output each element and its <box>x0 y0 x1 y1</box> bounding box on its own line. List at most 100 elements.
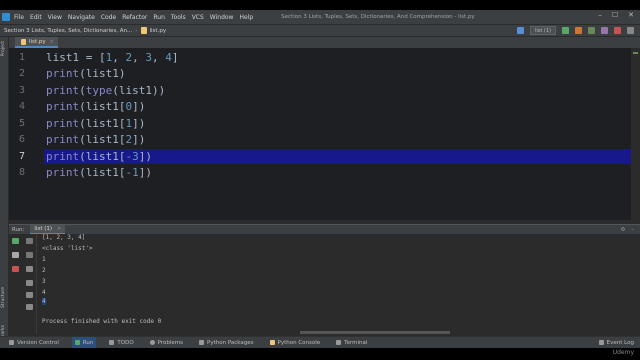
scroll-to-end-icon[interactable] <box>26 280 33 286</box>
rerun-icon[interactable] <box>12 238 19 244</box>
python-file-icon <box>21 38 26 45</box>
profile-icon[interactable] <box>601 27 608 34</box>
run-icon[interactable] <box>562 27 569 34</box>
close-window-button[interactable]: ✕ <box>628 11 634 19</box>
bottom-black-bar: Udemy <box>0 348 640 360</box>
console-line: 3 <box>42 278 46 285</box>
console-exit-message: Process finished with exit code 0 <box>42 318 162 325</box>
menu-bar: File Edit View Navigate Code Refactor Ru… <box>0 10 640 24</box>
code-line[interactable]: print(type(list1)) <box>46 84 165 97</box>
line-number: 4 <box>18 101 25 112</box>
line-number: 7 <box>18 151 25 162</box>
terminal-tab[interactable]: Terminal <box>333 337 370 349</box>
inspection-ok-icon <box>633 52 638 54</box>
menu-view[interactable]: View <box>48 14 62 21</box>
menu-vcs[interactable]: VCS <box>192 14 204 21</box>
menu-tools[interactable]: Tools <box>171 14 186 21</box>
console-line: <class 'list'> <box>42 245 93 252</box>
editor-error-stripe <box>631 48 640 220</box>
run-config-select[interactable]: list (1) <box>529 26 556 35</box>
user-icon[interactable] <box>516 27 524 34</box>
tool-window-bar: Version Control Run TODO Problems Python… <box>0 336 640 349</box>
code-line[interactable]: list1 = [1, 2, 3, 4] <box>46 51 178 64</box>
line-number: 3 <box>18 85 25 96</box>
window-controls: – ☐ ✕ <box>598 11 634 19</box>
coverage-icon[interactable] <box>588 27 595 34</box>
window-title: Section 3 Lists, Tuples, Sets, Dictionar… <box>281 14 475 20</box>
python-console-label: Python Console <box>277 339 321 346</box>
code-editor[interactable]: 1 2 3 4 5 6 7 8 list1 = [1, 2, 3, 4] pri… <box>9 48 640 220</box>
print-icon[interactable] <box>26 292 33 298</box>
code-line[interactable]: print(list1[1]) <box>46 117 145 130</box>
problems-icon <box>149 340 155 345</box>
code-line[interactable]: print(list1[-3]) <box>46 150 152 163</box>
stop-icon[interactable] <box>12 266 19 272</box>
python-packages-label: Python Packages <box>207 339 254 346</box>
scroll-up-icon[interactable] <box>26 238 33 244</box>
breadcrumb-project[interactable]: Section 3 Lists, Tuples, Sets, Dictionar… <box>4 28 132 34</box>
console-line-selected: 4 <box>42 298 46 305</box>
breadcrumb-file[interactable]: list.py <box>150 28 167 34</box>
debug-icon[interactable] <box>575 27 582 34</box>
menu-file[interactable]: File <box>14 14 24 21</box>
run-tab-label: list (1) <box>34 225 53 232</box>
run-tool-tab[interactable]: Run <box>71 336 97 349</box>
menu-run[interactable]: Run <box>153 14 165 21</box>
run-console-output[interactable]: [1, 2, 3, 4] <class 'list'> 1 2 3 4 4 Pr… <box>37 234 640 334</box>
git-branch-icon <box>9 340 14 345</box>
version-control-tab[interactable]: Version Control <box>6 337 62 349</box>
breadcrumb-separator: › <box>135 27 138 34</box>
search-everywhere-icon[interactable] <box>627 27 634 34</box>
python-console-tab[interactable]: Python Console <box>267 337 324 349</box>
horizontal-scrollbar[interactable] <box>300 331 450 334</box>
menu-help[interactable]: Help <box>239 14 253 21</box>
console-line: 1 <box>42 256 46 263</box>
project-tool-tab[interactable]: Project <box>1 41 6 56</box>
python-console-icon <box>269 340 275 345</box>
problems-tab[interactable]: Problems <box>147 337 186 349</box>
trash-icon[interactable] <box>26 304 33 310</box>
line-number: 2 <box>18 68 25 79</box>
line-number: 5 <box>18 118 25 129</box>
packages-icon <box>199 340 205 345</box>
minimize-button[interactable]: – <box>598 11 602 19</box>
menu-window[interactable]: Window <box>210 14 234 21</box>
menu-code[interactable]: Code <box>101 14 116 21</box>
udemy-watermark: Udemy <box>612 349 634 356</box>
console-line: 2 <box>42 267 46 274</box>
scroll-down-icon[interactable] <box>26 252 33 258</box>
editor-tab-list-py[interactable]: list.py × <box>15 37 58 48</box>
line-number: 6 <box>18 134 25 145</box>
code-line[interactable]: print(list1[0]) <box>46 100 145 113</box>
terminal-icon <box>336 340 342 345</box>
menu-edit[interactable]: Edit <box>30 14 42 21</box>
wrench-icon[interactable] <box>12 252 19 258</box>
code-line[interactable]: print(list1[-1]) <box>46 166 152 179</box>
line-number: 1 <box>18 52 25 63</box>
event-log-button[interactable]: Event Log <box>598 340 634 346</box>
code-line[interactable]: print(list1) <box>46 67 125 80</box>
run-icon <box>74 340 80 345</box>
top-black-bar <box>0 0 640 10</box>
python-packages-tab[interactable]: Python Packages <box>196 337 256 349</box>
settings-gear-icon[interactable]: ⚙ <box>620 227 625 233</box>
run-panel-actions: ⚙ – <box>620 227 634 233</box>
event-log-icon <box>598 340 604 345</box>
problems-label: Problems <box>157 339 184 346</box>
run-tab-close-icon[interactable]: × <box>57 226 62 232</box>
run-tab[interactable]: list (1) × <box>30 224 66 235</box>
tab-close-icon[interactable]: × <box>50 39 54 45</box>
todo-tab[interactable]: TODO <box>106 337 136 349</box>
code-line[interactable]: print(list1[2]) <box>46 133 145 146</box>
editor-tab-bar: list.py × <box>9 37 640 48</box>
structure-tool-tab[interactable]: Structure <box>1 287 6 308</box>
maximize-button[interactable]: ☐ <box>612 11 618 19</box>
hide-panel-icon[interactable]: – <box>631 227 634 233</box>
run-panel-label: Run: <box>12 226 25 233</box>
pycharm-logo-icon <box>2 13 10 21</box>
menu-navigate[interactable]: Navigate <box>68 14 95 21</box>
run-toolbar <box>9 234 37 334</box>
menu-refactor[interactable]: Refactor <box>122 14 147 21</box>
stop-icon[interactable] <box>614 27 621 34</box>
soft-wrap-icon[interactable] <box>26 266 33 272</box>
